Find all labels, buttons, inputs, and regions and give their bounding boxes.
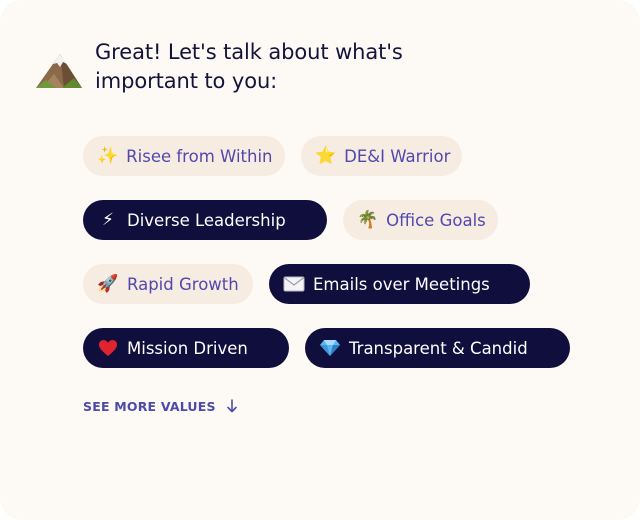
palm-tree-icon: 🌴 xyxy=(357,209,379,230)
page-title: Great! Let's talk about what's important… xyxy=(95,40,403,93)
lightning-icon: ⚡ xyxy=(102,209,114,230)
value-chip-label: Risee from Within xyxy=(126,146,273,166)
see-more-label: SEE MORE VALUES xyxy=(83,398,216,414)
star-icon: ⭐ xyxy=(315,145,337,166)
value-chip-label: Diverse Leadership xyxy=(127,210,286,230)
value-chip-risee-from-within[interactable]: ✨ Risee from Within xyxy=(83,136,285,176)
value-chip-label: Rapid Growth xyxy=(127,274,239,294)
value-chip-dei-warrior[interactable]: ⭐ DE&I Warrior xyxy=(301,136,462,176)
value-chip-label: Mission Driven xyxy=(127,338,248,358)
value-chip-emails-over-meetings[interactable]: Emails over Meetings xyxy=(269,264,530,304)
value-chip-office-goals[interactable]: 🌴 Office Goals xyxy=(343,200,498,240)
see-more-values-link[interactable]: SEE MORE VALUES xyxy=(83,398,238,414)
value-chip-label: Emails over Meetings xyxy=(313,274,490,294)
sparkles-icon: ✨ xyxy=(97,145,119,166)
value-chip-rapid-growth[interactable]: 🚀 Rapid Growth xyxy=(83,264,253,304)
value-chip-label: Office Goals xyxy=(386,210,486,230)
value-chip-label: DE&I Warrior xyxy=(344,146,451,166)
envelope-icon xyxy=(283,276,305,292)
values-card: Great! Let's talk about what's important… xyxy=(0,0,640,520)
mountain-icon xyxy=(34,50,84,90)
arrow-down-icon xyxy=(226,398,238,414)
gem-icon xyxy=(319,339,341,357)
rocket-icon: 🚀 xyxy=(97,273,119,294)
heart-icon xyxy=(97,339,119,357)
value-chip-diverse-leadership[interactable]: ⚡ Diverse Leadership xyxy=(83,200,327,240)
value-chip-label: Transparent & Candid xyxy=(349,338,528,358)
value-chip-transparent-candid[interactable]: Transparent & Candid xyxy=(305,328,570,368)
value-chip-mission-driven[interactable]: Mission Driven xyxy=(83,328,289,368)
